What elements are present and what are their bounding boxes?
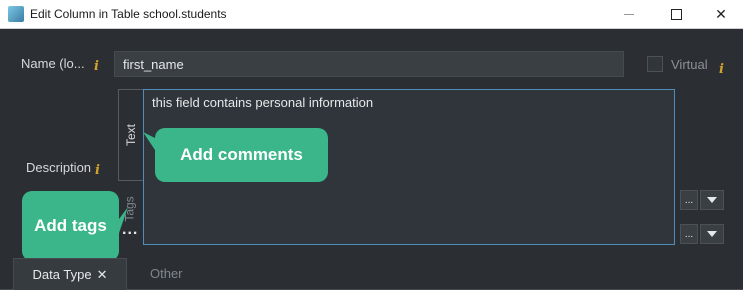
dialog-body: Name (lo... i first_name Virtual i Descr… xyxy=(0,29,743,290)
minimize-button[interactable] xyxy=(606,0,652,28)
collation-browse-button[interactable]: ... xyxy=(680,224,698,244)
close-button[interactable]: ✕ xyxy=(698,0,743,28)
chevron-down-icon xyxy=(707,231,717,237)
name-input[interactable]: first_name xyxy=(114,51,624,77)
tab-data-type[interactable]: Data Type ✕ xyxy=(13,258,127,290)
app-icon xyxy=(8,6,24,22)
callout-add-comments: Add comments xyxy=(155,128,328,182)
window-titlebar: Edit Column in Table school.students ✕ xyxy=(0,0,743,29)
more-button[interactable]: ... xyxy=(122,221,138,239)
tab-text[interactable]: Text xyxy=(118,89,143,181)
tab-tags-label: Tags xyxy=(123,196,138,222)
tab-other[interactable]: Other xyxy=(150,266,183,281)
maximize-button[interactable] xyxy=(653,0,699,28)
datatype-dropdown-button[interactable] xyxy=(700,190,724,210)
minimize-icon xyxy=(624,13,634,15)
callout-add-tags: Add tags xyxy=(22,191,119,261)
virtual-info-icon[interactable]: i xyxy=(719,62,724,77)
datatype-browse-button[interactable]: ... xyxy=(680,190,698,210)
close-icon[interactable]: ✕ xyxy=(97,267,108,283)
name-info-icon[interactable]: i xyxy=(94,59,99,74)
window-title: Edit Column in Table school.students xyxy=(30,7,227,21)
tab-text-label: Text xyxy=(123,123,138,147)
name-label: Name (lo... xyxy=(21,56,85,71)
maximize-icon xyxy=(670,8,682,20)
virtual-checkbox[interactable] xyxy=(647,56,663,72)
chevron-down-icon xyxy=(707,197,717,203)
close-icon: ✕ xyxy=(715,5,727,22)
description-info-icon[interactable]: i xyxy=(95,163,100,178)
virtual-label: Virtual xyxy=(671,57,708,72)
collation-dropdown-button[interactable] xyxy=(700,224,724,244)
tab-data-type-label: Data Type xyxy=(32,267,92,282)
description-label: Description xyxy=(26,160,92,175)
